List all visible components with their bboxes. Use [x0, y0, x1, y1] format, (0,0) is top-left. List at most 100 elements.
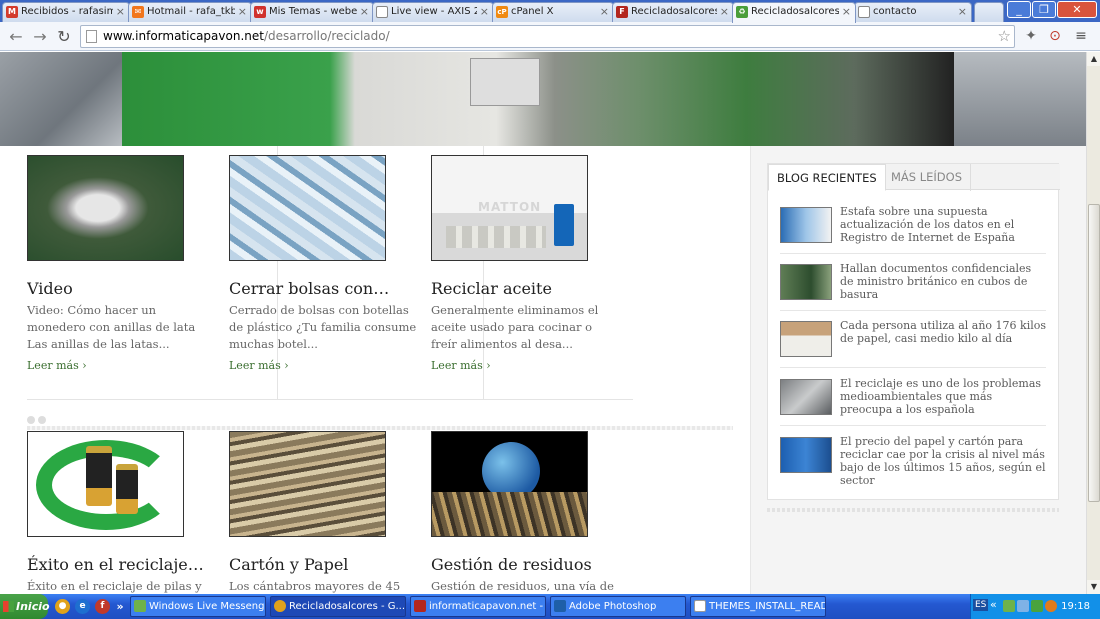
post-thumbnail[interactable]: [27, 431, 184, 537]
close-tab-icon[interactable]: ×: [238, 5, 247, 18]
post-title[interactable]: Gestión de residuos: [431, 555, 621, 574]
close-tab-icon[interactable]: ×: [480, 5, 489, 18]
post-excerpt: Éxito en el reciclaje de pilas y: [27, 579, 202, 593]
tab-cpanel[interactable]: cP cPanel X ×: [492, 2, 614, 22]
close-tab-icon[interactable]: ×: [600, 5, 609, 18]
post-thumbnail[interactable]: [229, 155, 386, 261]
post-title[interactable]: Video: [27, 279, 217, 298]
page-viewport: Video Video: Cómo hacer un monedero con …: [0, 52, 1086, 594]
taskbar-item-notepad[interactable]: THEMES_INSTALL_READ...: [690, 596, 826, 617]
browser-toolbar: ← → ↻ www.informaticapavon.net/desarroll…: [0, 22, 1100, 51]
post-title[interactable]: Cartón y Papel: [229, 555, 419, 574]
opera-icon[interactable]: ⊙: [1046, 27, 1064, 45]
chrome-icon[interactable]: ●: [55, 599, 70, 614]
tab-mas-leidos[interactable]: MÁS LEÍDOS: [883, 164, 972, 191]
carousel-dots: [27, 409, 49, 424]
post-title[interactable]: Reciclar aceite: [431, 279, 621, 298]
extension-icon[interactable]: ✦: [1022, 27, 1040, 45]
post-thumbnail[interactable]: MATTON: [431, 155, 588, 261]
gmail-icon: M: [6, 6, 18, 18]
forward-icon[interactable]: →: [29, 26, 51, 48]
recent-post-item[interactable]: Hallan documentos confidenciales de mini…: [780, 262, 1046, 311]
tab-mis-temas[interactable]: w Mis Temas - weben ×: [250, 2, 374, 22]
show-hidden-icons[interactable]: «: [990, 598, 997, 611]
scroll-down-icon[interactable]: ▼: [1087, 580, 1100, 594]
close-window-icon[interactable]: ✕: [1057, 1, 1097, 18]
windows-logo-icon: [3, 601, 14, 612]
tab-gmail[interactable]: M Recibidos - rafasim ×: [2, 2, 130, 22]
post-card: Video Video: Cómo hacer un monedero con …: [27, 155, 217, 372]
bookmark-star-icon[interactable]: ☆: [998, 26, 1011, 47]
ie-icon[interactable]: e: [75, 599, 90, 614]
recent-post-thumbnail: [780, 321, 832, 357]
tab-blog-recientes[interactable]: BLOG RECIENTES: [768, 164, 886, 191]
scroll-up-icon[interactable]: ▲: [1087, 52, 1100, 66]
post-excerpt: Cerrado de bolsas con botellas de plásti…: [229, 303, 417, 351]
flash-icon[interactable]: f: [95, 599, 110, 614]
carousel-dot[interactable]: [38, 416, 46, 424]
post-title[interactable]: Éxito en el reciclaje…: [27, 555, 217, 574]
minimize-icon[interactable]: _: [1007, 1, 1031, 18]
close-tab-icon[interactable]: ×: [116, 5, 125, 18]
read-more-link[interactable]: Leer más ›: [431, 359, 621, 372]
recent-post-item[interactable]: Estafa sobre una supuesta actualización …: [780, 205, 1046, 254]
carousel-dot[interactable]: [27, 416, 35, 424]
messenger-tray-icon[interactable]: [1003, 600, 1015, 612]
taskbar-item-messenger[interactable]: Windows Live Messenger: [130, 596, 266, 617]
network-icon[interactable]: [1017, 600, 1029, 612]
taskbar-item-chrome[interactable]: Recicladosalcores - G...: [270, 596, 406, 617]
post-thumbnail[interactable]: [27, 155, 184, 261]
post-thumbnail[interactable]: [431, 431, 588, 537]
page-icon: [86, 30, 97, 43]
recent-post-thumbnail: [780, 437, 832, 473]
recycle-icon: ♻: [736, 6, 748, 18]
read-more-link[interactable]: Leer más ›: [27, 359, 217, 372]
language-indicator[interactable]: ES: [973, 599, 989, 611]
recent-post-title[interactable]: Estafa sobre una supuesta actualización …: [840, 205, 1046, 244]
taskbar-item-filezilla[interactable]: informaticapavon.net - i...: [410, 596, 546, 617]
post-thumbnail[interactable]: [229, 431, 386, 537]
recent-post-item[interactable]: El precio del papel y cartón para recicl…: [780, 435, 1046, 493]
start-button[interactable]: Inicio: [0, 594, 50, 619]
antivirus-icon[interactable]: [1031, 600, 1043, 612]
photoshop-icon: [554, 600, 566, 612]
wrench-menu-icon[interactable]: ≡: [1072, 27, 1090, 45]
tabbed-widget: BLOG RECIENTES MÁS LEÍDOS Estafa sobre u…: [767, 163, 1060, 500]
tab-hotmail[interactable]: ✉ Hotmail - rafa_tkbe ×: [128, 2, 252, 22]
update-icon[interactable]: [1045, 600, 1057, 612]
close-tab-icon[interactable]: ×: [720, 5, 729, 18]
close-tab-icon[interactable]: ×: [958, 5, 967, 18]
reload-icon[interactable]: ↻: [53, 26, 75, 48]
recent-post-title[interactable]: El reciclaje es uno de los problemas med…: [840, 377, 1046, 416]
back-icon[interactable]: ←: [5, 26, 27, 48]
page-icon: [858, 6, 870, 18]
address-bar[interactable]: www.informaticapavon.net/desarrollo/reci…: [80, 25, 1015, 48]
show-more-icon[interactable]: »: [115, 599, 125, 614]
new-tab-button[interactable]: [974, 2, 1004, 22]
close-tab-icon[interactable]: ×: [842, 5, 851, 18]
taskbar-item-photoshop[interactable]: Adobe Photoshop: [550, 596, 686, 617]
recent-post-title[interactable]: Cada persona utiliza al año 176 kilos de…: [840, 319, 1046, 345]
recent-post-title[interactable]: Hallan documentos confidenciales de mini…: [840, 262, 1046, 301]
clock[interactable]: 19:18: [1061, 594, 1090, 619]
post-excerpt: Gestión de residuos, una vía de: [431, 579, 614, 593]
scrollbar-thumb[interactable]: [1088, 204, 1100, 502]
recent-post-title[interactable]: El precio del papel y cartón para recicl…: [840, 435, 1046, 487]
tab-contacto[interactable]: contacto ×: [854, 2, 972, 22]
recent-post-item[interactable]: Cada persona utiliza al año 176 kilos de…: [780, 319, 1046, 368]
close-tab-icon[interactable]: ×: [360, 5, 369, 18]
maximize-icon[interactable]: ❐: [1032, 1, 1056, 18]
tab-live-view[interactable]: Live view - AXIS 20 ×: [372, 2, 494, 22]
read-more-link[interactable]: Leer más ›: [229, 359, 419, 372]
tab-recicladosalcores-admin[interactable]: F Recicladosalcores - ×: [612, 2, 734, 22]
system-tray: ES « 19:18: [970, 594, 1100, 619]
windows-taskbar: Inicio ● e f » Windows Live Messenger Re…: [0, 594, 1100, 619]
vertical-scrollbar[interactable]: ▲ ▼: [1086, 52, 1100, 594]
recent-post-thumbnail: [780, 379, 832, 415]
sidebar: BLOG RECIENTES MÁS LEÍDOS Estafa sobre u…: [750, 146, 1086, 594]
tab-recicladosalcores[interactable]: ♻ Recicladosalcores ×: [732, 2, 856, 23]
post-title[interactable]: Cerrar bolsas con…: [229, 279, 419, 298]
recent-post-item[interactable]: El reciclaje es uno de los problemas med…: [780, 377, 1046, 426]
post-card: Cartón y Papel Los cántabros mayores de …: [229, 431, 419, 594]
filezilla-icon: F: [616, 6, 628, 18]
